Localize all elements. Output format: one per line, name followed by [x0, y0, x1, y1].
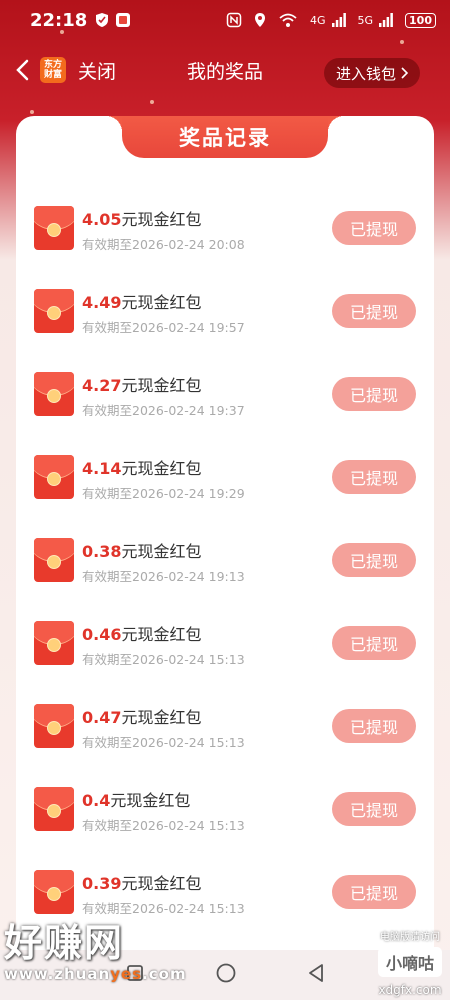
withdrawn-button[interactable]: 已提现: [332, 709, 416, 743]
prize-amount: 4.14: [82, 459, 122, 478]
watermark-site: xdgfx.com: [378, 983, 442, 997]
back-nav-button[interactable]: [307, 963, 325, 987]
chevron-right-icon: [401, 67, 408, 79]
triangle-back-icon: [309, 964, 323, 982]
prize-amount: 0.39: [82, 874, 122, 893]
watermark-left: 好赚网 www.zhuanyes.com: [4, 912, 187, 983]
prize-name: 4.27元现金红包: [82, 372, 202, 396]
decoration-sparkle: [150, 100, 154, 104]
prize-amount: 0.4: [82, 791, 111, 810]
prize-amount: 4.05: [82, 210, 122, 229]
prize-expiry: 有效期至2026-02-24 15:13: [82, 652, 245, 667]
prize-amount: 0.38: [82, 542, 122, 561]
prize-name: 0.4元现金红包: [82, 787, 190, 811]
withdrawn-button[interactable]: 已提现: [332, 543, 416, 577]
close-button[interactable]: 关闭: [78, 57, 116, 84]
prize-record-card: 奖品记录 4.05元现金红包 有效期至2026-02-24 20:08 已提现 …: [16, 116, 434, 1000]
app-notification-icon: [115, 12, 131, 28]
prize-suffix: 元现金红包: [121, 874, 202, 893]
withdrawn-button[interactable]: 已提现: [332, 377, 416, 411]
signal-bars-icon: [379, 13, 393, 27]
list-item: 4.05元现金红包 有效期至2026-02-24 20:08 已提现: [16, 204, 434, 287]
prize-expiry: 有效期至2026-02-24 19:37: [82, 403, 245, 418]
decoration-sparkle: [60, 30, 64, 34]
prize-suffix: 元现金红包: [121, 293, 202, 312]
list-item: 0.38元现金红包 有效期至2026-02-24 19:13 已提现: [16, 536, 434, 619]
chevron-left-icon: [16, 59, 29, 81]
prize-name: 0.46元现金红包: [82, 621, 202, 645]
prize-name: 0.47元现金红包: [82, 704, 202, 728]
prize-amount: 4.27: [82, 376, 122, 395]
withdrawn-button[interactable]: 已提现: [332, 460, 416, 494]
back-button[interactable]: [8, 50, 36, 90]
prize-expiry: 有效期至2026-02-24 15:13: [82, 735, 245, 750]
enter-wallet-button[interactable]: 进入钱包: [323, 58, 420, 88]
home-icon: [216, 963, 236, 983]
watermark-title: 好赚网: [4, 921, 125, 965]
red-envelope-icon: [34, 704, 74, 748]
withdrawn-button[interactable]: 已提现: [332, 211, 416, 245]
list-item: 4.14元现金红包 有效期至2026-02-24 19:29 已提现: [16, 453, 434, 536]
signal-bars-icon: [331, 13, 346, 27]
enter-wallet-label: 进入钱包: [335, 64, 396, 83]
prize-expiry: 有效期至2026-02-24 19:13: [82, 569, 245, 584]
prize-amount: 0.46: [82, 625, 122, 644]
list-item: 4.49元现金红包 有效期至2026-02-24 19:57 已提现: [16, 287, 434, 370]
prize-expiry: 有效期至2026-02-24 20:08: [82, 237, 245, 252]
prize-suffix: 元现金红包: [121, 459, 202, 478]
prize-expiry: 有效期至2026-02-24 15:13: [82, 818, 245, 833]
signal-5g-label: 5G: [357, 13, 374, 27]
withdrawn-button[interactable]: 已提现: [332, 626, 416, 660]
prize-name: 0.39元现金红包: [82, 870, 202, 894]
home-button[interactable]: [215, 962, 237, 988]
watermark-right: 电脑版请访问 小嘀咕 xdgfx.com: [377, 928, 442, 997]
red-envelope-icon: [34, 289, 74, 333]
red-envelope-icon: [34, 206, 74, 250]
app-logo: 东方财富: [40, 57, 66, 83]
nav-bar: 东方财富 关闭 我的奖品 进入钱包: [0, 44, 450, 96]
withdrawn-button[interactable]: 已提现: [332, 875, 416, 909]
list-item: 0.46元现金红包 有效期至2026-02-24 15:13 已提现: [16, 619, 434, 702]
watermark-caption: 电脑版请访问: [379, 932, 440, 943]
red-envelope-icon: [34, 621, 74, 665]
prize-suffix: 元现金红包: [121, 210, 202, 229]
list-item: 4.27元现金红包 有效期至2026-02-24 19:37 已提现: [16, 370, 434, 453]
status-bar: 22:18 4G 5G 100: [0, 0, 450, 40]
prize-expiry: 有效期至2026-02-24 19:57: [82, 320, 245, 335]
card-tab-title: 奖品记录: [106, 116, 344, 158]
decoration-sparkle: [30, 110, 34, 114]
prize-record-list: 4.05元现金红包 有效期至2026-02-24 20:08 已提现 4.49元…: [16, 204, 434, 951]
nfc-icon: [226, 12, 242, 28]
prize-suffix: 元现金红包: [110, 791, 191, 810]
prize-name: 4.14元现金红包: [82, 455, 202, 479]
red-envelope-icon: [34, 372, 74, 416]
withdrawn-button[interactable]: 已提现: [332, 294, 416, 328]
signal-4g-label: 4G: [309, 13, 326, 27]
prize-suffix: 元现金红包: [121, 376, 202, 395]
prize-suffix: 元现金红包: [121, 542, 202, 561]
list-item: 0.4元现金红包 有效期至2026-02-24 15:13 已提现: [16, 785, 434, 868]
prize-name: 4.49元现金红包: [82, 289, 202, 313]
red-envelope-icon: [34, 870, 74, 914]
red-envelope-icon: [34, 787, 74, 831]
list-item: 0.47元现金红包 有效期至2026-02-24 15:13 已提现: [16, 702, 434, 785]
battery-indicator: 100: [405, 12, 436, 28]
red-envelope-icon: [34, 538, 74, 582]
prize-expiry: 有效期至2026-02-24 19:29: [82, 486, 245, 501]
prize-suffix: 元现金红包: [121, 625, 202, 644]
prize-amount: 4.49: [82, 293, 122, 312]
watermark-badge: 小嘀咕: [377, 947, 442, 977]
wifi-icon: [278, 12, 298, 28]
prize-amount: 0.47: [82, 708, 122, 727]
status-time: 22:18: [30, 9, 88, 31]
prize-suffix: 元现金红包: [121, 708, 202, 727]
withdrawn-button[interactable]: 已提现: [332, 792, 416, 826]
red-envelope-icon: [34, 455, 74, 499]
shield-icon: [95, 12, 109, 28]
prize-name: 4.05元现金红包: [82, 206, 202, 230]
prize-name: 0.38元现金红包: [82, 538, 202, 562]
watermark-url: www.zhuanyes.com: [4, 965, 187, 983]
location-icon: [254, 12, 266, 28]
